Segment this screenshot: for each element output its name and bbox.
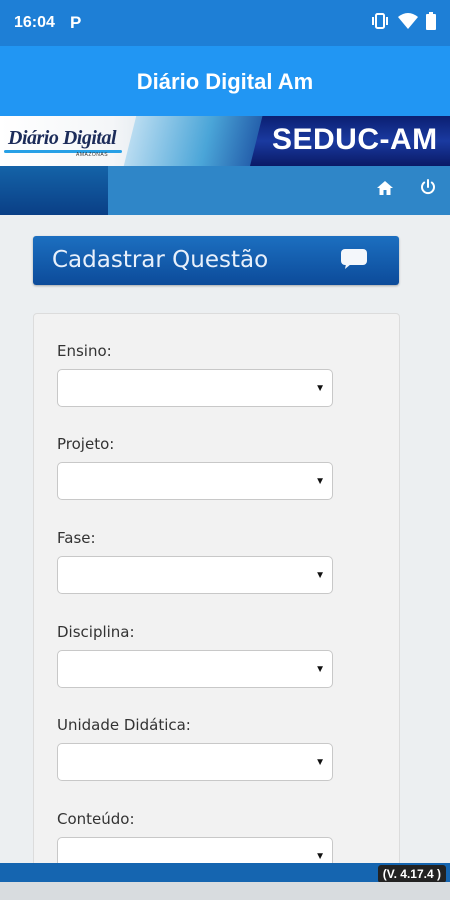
chat-bubble-icon[interactable] — [340, 248, 368, 270]
projeto-select[interactable]: ▼ — [57, 462, 333, 500]
conteudo-label: Conteúdo: — [57, 810, 135, 828]
status-time: 16:04 — [14, 14, 55, 31]
nav-strip — [0, 166, 450, 215]
disciplina-select[interactable]: ▼ — [57, 650, 333, 688]
status-bar: 16:04 P — [0, 0, 450, 46]
dropdown-arrow-icon: ▼ — [315, 757, 325, 768]
status-icons — [370, 12, 436, 30]
question-form: Ensino: ▼ Projeto: ▼ Fase: ▼ Disciplina:… — [33, 313, 400, 875]
unidade-didatica-select[interactable]: ▼ — [57, 743, 333, 781]
home-icon[interactable] — [376, 179, 394, 197]
logo-subtext: AMAZONAS — [76, 152, 109, 158]
ensino-label: Ensino: — [57, 342, 112, 360]
fase-label: Fase: — [57, 529, 96, 547]
section-title: Cadastrar Questão — [52, 247, 269, 273]
power-icon[interactable] — [419, 178, 437, 196]
wifi-icon — [398, 13, 418, 29]
nav-strip-left — [0, 166, 108, 215]
vibrate-icon — [372, 13, 388, 29]
disciplina-label: Disciplina: — [57, 623, 135, 641]
dropdown-arrow-icon: ▼ — [315, 476, 325, 487]
battery-icon — [426, 12, 436, 30]
dropdown-arrow-icon: ▼ — [315, 851, 325, 862]
diario-digital-logo: Diário Digital — [8, 127, 117, 149]
fase-select[interactable]: ▼ — [57, 556, 333, 594]
version-badge: (V. 4.17.4 ) — [377, 865, 446, 883]
dropdown-arrow-icon: ▼ — [315, 383, 325, 394]
app-bar: Diário Digital Am — [0, 46, 450, 116]
system-nav-area — [0, 882, 450, 900]
unidade-didatica-label: Unidade Didática: — [57, 716, 191, 734]
dropdown-arrow-icon: ▼ — [315, 570, 325, 581]
section-header: Cadastrar Questão — [33, 236, 399, 285]
dropdown-arrow-icon: ▼ — [315, 664, 325, 675]
parking-notification-icon: P — [70, 13, 82, 32]
ensino-select[interactable]: ▼ — [57, 369, 333, 407]
seduc-banner: Diário Digital AMAZONAS SEDUC-AM — [0, 116, 450, 166]
seduc-logo-text: SEDUC-AM — [272, 123, 438, 156]
app-title: Diário Digital Am — [136, 69, 314, 94]
projeto-label: Projeto: — [57, 435, 115, 453]
